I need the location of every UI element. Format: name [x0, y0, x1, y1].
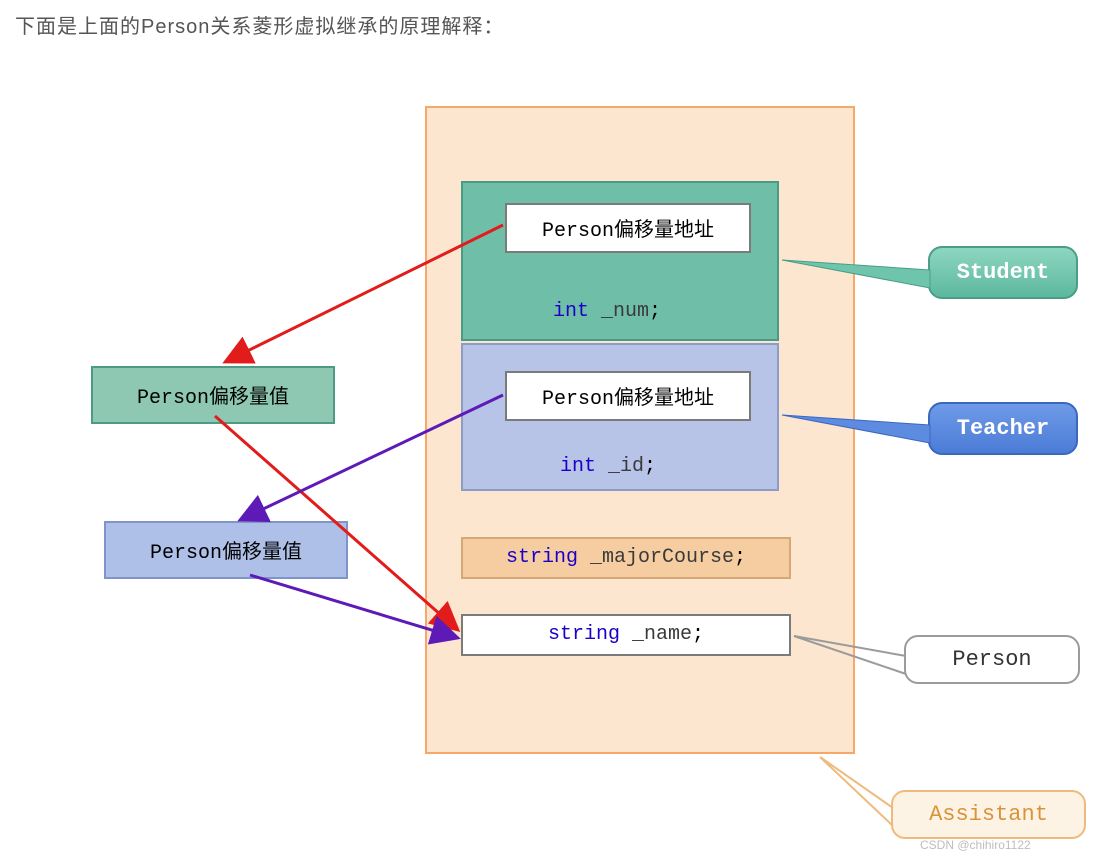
- type-keyword: string: [506, 546, 578, 569]
- callout-teacher: Teacher: [928, 402, 1078, 455]
- semicolon: ;: [734, 546, 746, 569]
- page-title: 下面是上面的Person关系菱形虚拟继承的原理解释：: [15, 10, 504, 39]
- callout-student: Student: [928, 246, 1078, 299]
- teacher-offset-value: Person偏移量值: [104, 521, 348, 579]
- field-name: _num: [589, 300, 649, 323]
- student-offset-value: Person偏移量值: [91, 366, 335, 424]
- student-field-num: int _num;: [553, 300, 661, 323]
- major-course-field: string _majorCourse;: [461, 537, 791, 579]
- type-keyword: string: [548, 623, 620, 646]
- field-name: _name: [620, 623, 692, 646]
- type-keyword: int: [560, 455, 596, 478]
- semicolon: ;: [649, 300, 661, 323]
- watermark: CSDN @chihiro1122: [920, 838, 1031, 852]
- field-name: _majorCourse: [578, 546, 734, 569]
- student-offset-addr: Person偏移量地址: [505, 203, 751, 253]
- callout-person: Person: [904, 635, 1080, 684]
- field-name: _id: [596, 455, 644, 478]
- type-keyword: int: [553, 300, 589, 323]
- name-field: string _name;: [461, 614, 791, 656]
- teacher-offset-addr: Person偏移量地址: [505, 371, 751, 421]
- semicolon: ;: [692, 623, 704, 646]
- semicolon: ;: [644, 455, 656, 478]
- callout-assistant: Assistant: [891, 790, 1086, 839]
- teacher-field-id: int _id;: [560, 455, 656, 478]
